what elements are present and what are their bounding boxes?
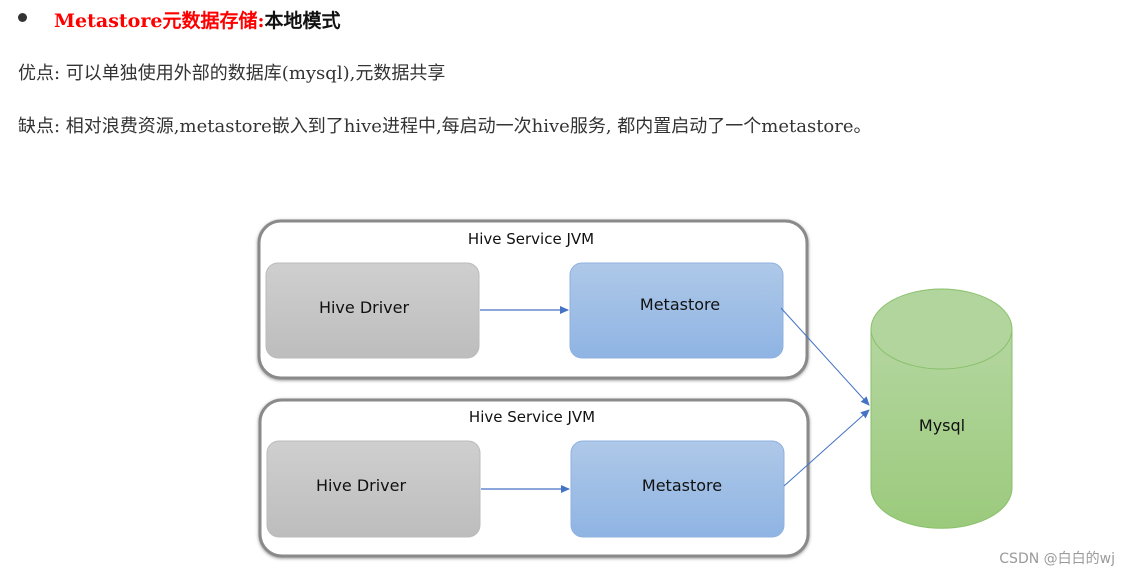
metastore-label: Metastore: [642, 476, 722, 495]
jvm-container-2: Hive Service JVM Hive Driver Metastore: [258, 398, 810, 558]
jvm-container-1: Hive Service JVM Hive Driver Metastore: [257, 219, 809, 380]
watermark: CSDN @白白的wj: [999, 551, 1115, 567]
hive-driver-label: Hive Driver: [316, 476, 407, 495]
hive-driver-label: Hive Driver: [319, 298, 410, 317]
architecture-diagram: Hive Service JVM Hive Driver Metastore H…: [257, 219, 1013, 558]
jvm-title: Hive Service JVM: [469, 408, 595, 426]
mysql-label: Mysql: [919, 416, 965, 435]
jvm-title: Hive Service JVM: [468, 230, 594, 248]
mysql-database: Mysql: [870, 288, 1013, 529]
metastore-label: Metastore: [640, 295, 720, 314]
